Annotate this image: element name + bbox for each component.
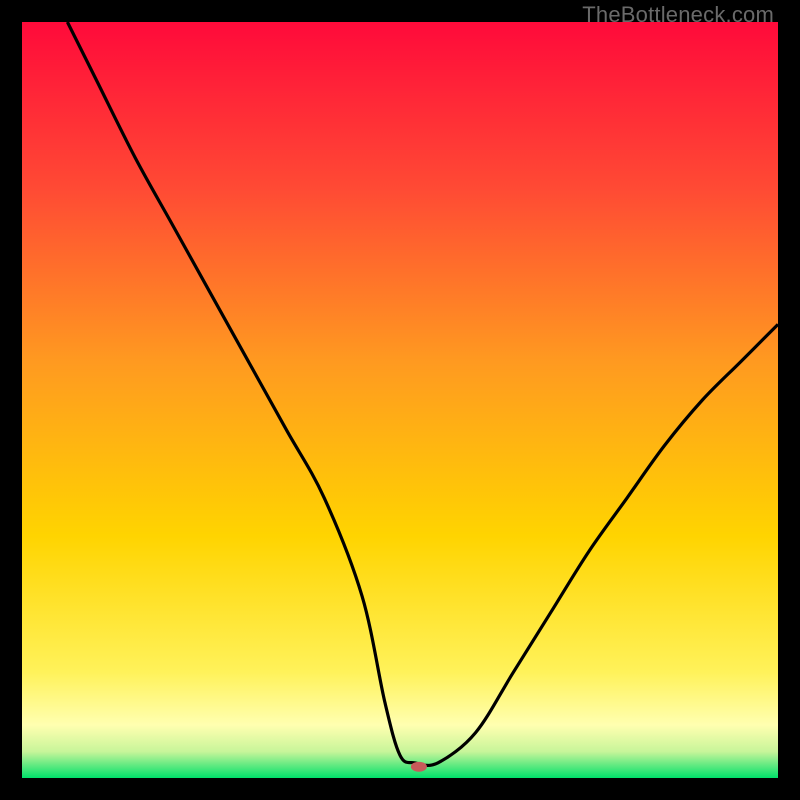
chart-svg xyxy=(22,22,778,778)
chart-background xyxy=(22,22,778,778)
chart-frame xyxy=(22,22,778,778)
min-marker xyxy=(411,762,427,772)
watermark-text: TheBottleneck.com xyxy=(582,2,774,28)
